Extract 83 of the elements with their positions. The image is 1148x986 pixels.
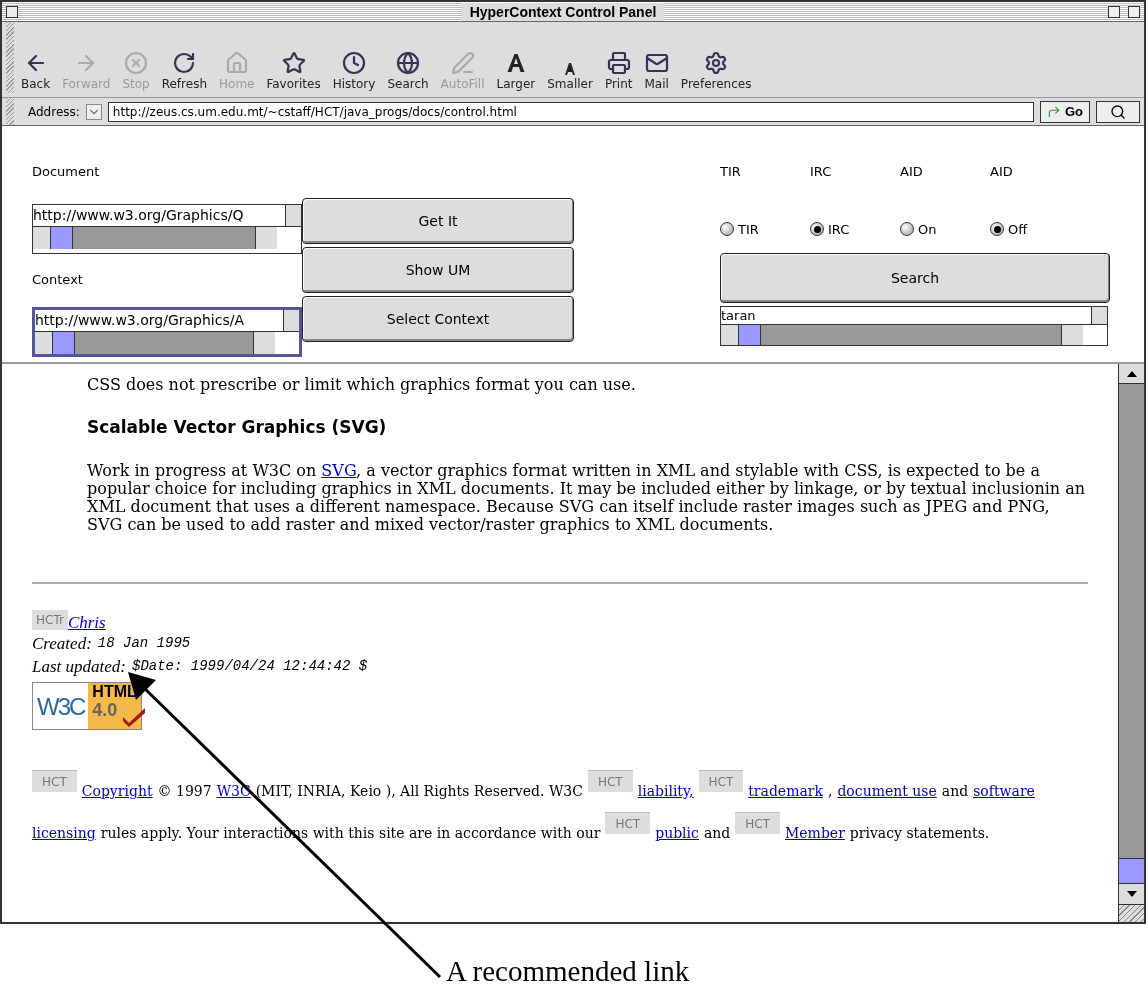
body-paragraph: Work in progress at W3C on SVG, a vector graphics format written in XML and stylable with CSS, is expected to be a popular choice for including graphics in XML documents. It may be included either by linkage, or by textual inclusionin an XML document that uses a different namespace. Because SVG can itself include raster images such as JPEG and PNG, SVG can be used to add raster and mixed vector/raster graphics to XML documents. xyxy=(87,462,1087,534)
column-heading: TIR xyxy=(720,163,742,181)
column-heading: AID xyxy=(900,163,924,181)
form-button[interactable]: Get It xyxy=(302,198,574,244)
footer-link[interactable]: Member xyxy=(785,823,845,844)
created-label: Created: xyxy=(32,633,92,655)
updated-date: $Date: 1999/04/24 12:44:42 $ xyxy=(132,657,368,676)
document-url-field[interactable]: http://www.w3.org/Graphics/Q xyxy=(32,203,302,254)
small-letter-icon xyxy=(565,63,576,75)
toolbar-button[interactable]: Larger xyxy=(491,51,541,93)
dropdown-icon[interactable] xyxy=(85,103,102,120)
vertical-scrollbar[interactable] xyxy=(1118,364,1144,922)
footer-link[interactable]: Copyright xyxy=(81,781,153,802)
zoom-box-icon[interactable] xyxy=(1108,5,1120,18)
turn-arrow-icon xyxy=(1046,104,1061,119)
search-text-field[interactable]: taran xyxy=(720,306,1108,346)
section-heading: Scalable Vector Graphics (SVG) xyxy=(87,418,388,436)
home-icon xyxy=(224,51,249,75)
toolbar-button[interactable]: Preferences xyxy=(675,51,757,93)
toolbar-button[interactable]: Smaller xyxy=(542,51,598,93)
column-heading: AID xyxy=(990,163,1014,181)
annotation-caption: A recommended link xyxy=(446,954,690,986)
footer-text: and xyxy=(941,782,969,801)
mail-icon xyxy=(644,51,669,75)
updated-label: Last updated: xyxy=(32,656,126,678)
checkmark-icon xyxy=(120,705,147,727)
document-label: Document xyxy=(32,163,101,181)
form-button[interactable]: Show UM xyxy=(302,247,574,293)
grip-icon xyxy=(6,22,14,93)
scroll-down-icon[interactable] xyxy=(1126,891,1137,897)
footer-text: , xyxy=(827,782,833,801)
footer-link[interactable]: licensing xyxy=(32,823,96,844)
radio-option[interactable]: Off xyxy=(990,219,1080,239)
radio-option[interactable]: IRC xyxy=(810,219,900,239)
close-box-icon[interactable] xyxy=(6,5,18,18)
printer-icon xyxy=(606,51,631,75)
address-label: Address: xyxy=(28,103,80,121)
footer-link[interactable]: trademark xyxy=(748,781,823,802)
footer-text: © 1997 xyxy=(157,782,212,801)
footer-link[interactable]: liability, xyxy=(637,781,694,802)
context-label: Context xyxy=(32,270,84,289)
footer-text: and xyxy=(703,824,731,843)
toolbar-button[interactable]: History xyxy=(327,51,381,93)
footer-link[interactable]: public xyxy=(655,823,699,844)
globe-icon xyxy=(396,51,420,75)
toolbar-button[interactable]: Back xyxy=(16,51,56,93)
context-url-field[interactable]: http://www.w3.org/Graphics/A xyxy=(32,307,302,357)
form-button[interactable]: Select Context xyxy=(302,296,574,342)
radio-option[interactable]: On xyxy=(900,219,990,239)
toolbar-button[interactable]: Search xyxy=(382,51,434,93)
grip-icon xyxy=(6,98,14,125)
go-button[interactable]: Go xyxy=(1039,100,1090,123)
radio-option[interactable]: TIR xyxy=(720,219,810,239)
scroll-up-icon[interactable] xyxy=(1126,370,1137,377)
footer-text: (MIT, INRIA, Keio ), All Rights Reserved. W3C xyxy=(255,782,583,801)
stop-icon xyxy=(124,51,149,75)
footer-link[interactable]: document use xyxy=(837,781,937,802)
collapse-box-icon[interactable] xyxy=(1128,5,1140,18)
search-icon xyxy=(1110,103,1126,120)
settings-icon xyxy=(704,51,729,75)
created-date: 18 Jan 1995 xyxy=(97,634,191,653)
body-text: CSS does not prescribe or limit which graphics format you can use. xyxy=(87,376,637,394)
toolbar-button[interactable]: Print xyxy=(599,51,638,93)
search-tool-button[interactable] xyxy=(1096,100,1140,123)
footer-link[interactable]: software xyxy=(973,781,1035,802)
toolbar-button[interactable]: Refresh xyxy=(156,51,212,93)
svg-link[interactable]: SVG xyxy=(321,461,357,480)
column-heading: IRC xyxy=(810,163,833,181)
resize-grip-icon[interactable] xyxy=(1119,904,1144,922)
toolbar-button[interactable]: Mail xyxy=(639,51,674,93)
toolbar-button[interactable]: Favorites xyxy=(261,51,326,93)
window-title: HyperContext Control Panel xyxy=(461,2,665,21)
scroll-thumb[interactable] xyxy=(1119,858,1144,884)
favorites-icon xyxy=(281,51,306,75)
search-button[interactable]: Search xyxy=(720,253,1110,303)
large-letter-icon xyxy=(506,54,525,72)
footer-text: privacy statements. xyxy=(849,824,990,843)
address-field[interactable]: http://zeus.cs.um.edu.mt/~cstaff/HCT/java_progs/docs/control.html xyxy=(107,101,1034,122)
refresh-icon xyxy=(172,51,197,75)
pen-icon xyxy=(450,51,475,75)
clock-icon xyxy=(342,51,366,75)
author-link[interactable]: Chris xyxy=(67,611,106,634)
footer-link[interactable]: W3C xyxy=(216,781,251,802)
